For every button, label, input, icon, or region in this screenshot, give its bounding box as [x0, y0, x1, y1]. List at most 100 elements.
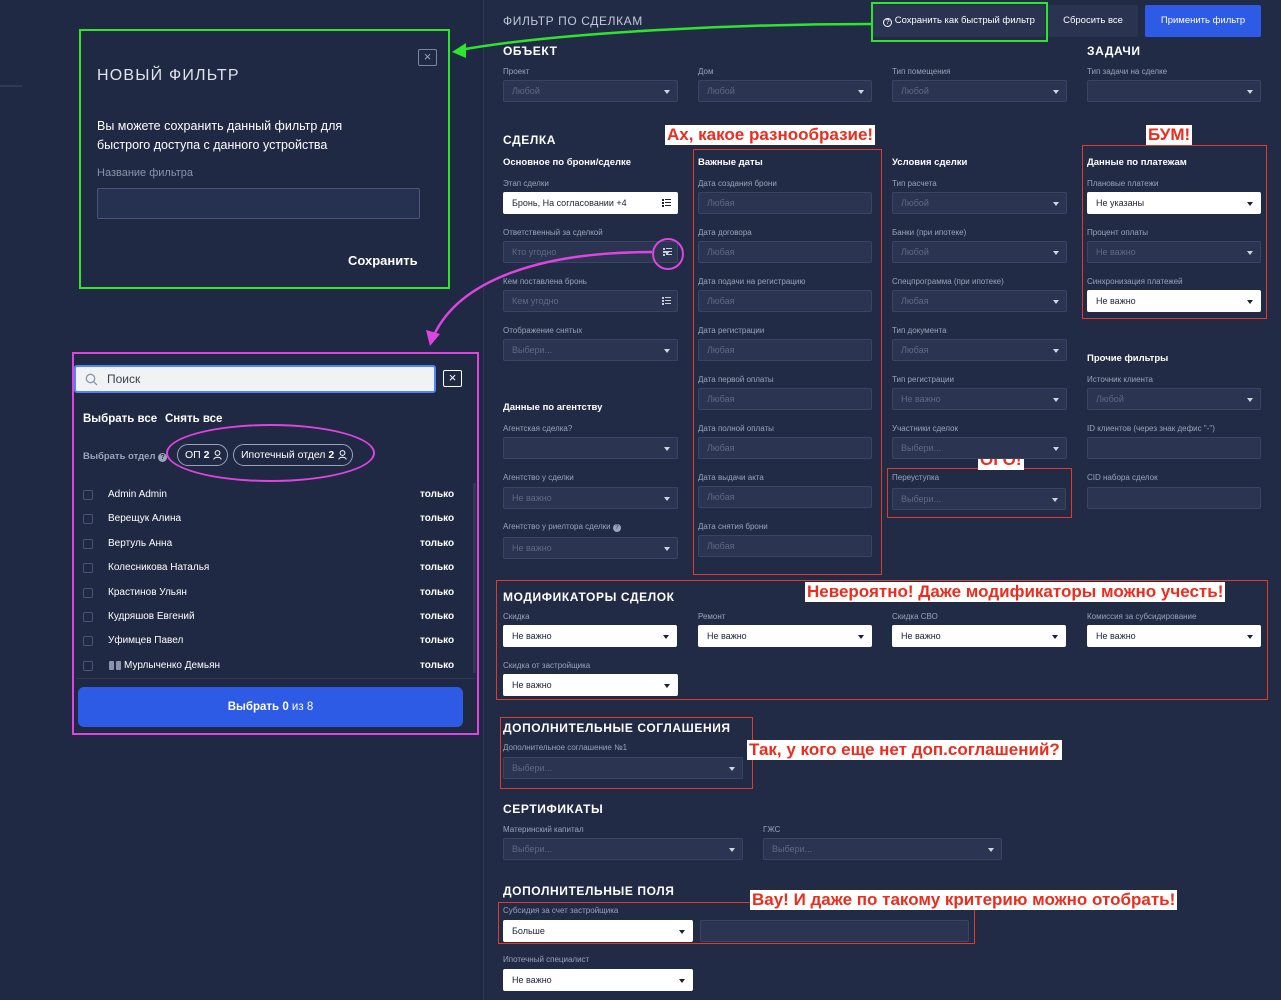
realtor-agency-text: Агентство у риелтора сделки: [503, 522, 611, 531]
other-filters-title: Прочие фильтры: [1087, 353, 1169, 364]
only-link[interactable]: только: [420, 611, 454, 622]
only-link[interactable]: только: [420, 635, 454, 646]
date-label: Дата создания брони: [698, 179, 777, 188]
mortgage-specialist-select[interactable]: Не важно: [503, 969, 693, 991]
magenta-arrow: [426, 250, 653, 346]
apply-filter-button[interactable]: Применить фильтр: [1145, 5, 1261, 37]
user-checkbox[interactable]: [83, 636, 93, 647]
project-select[interactable]: Любой: [503, 80, 678, 102]
payment-select[interactable]: Не важно: [1087, 290, 1261, 312]
help-circle-icon: ?: [612, 524, 621, 532]
section-deal-title: СДЕЛКА: [503, 133, 557, 147]
agency-title: Данные по агентству: [503, 402, 603, 413]
condition-select[interactable]: Любой: [892, 241, 1067, 263]
user-name: Крастинов Ульян: [108, 586, 187, 598]
green-arrow: [452, 22, 873, 58]
main-booking-title: Основное по брони/сделке: [503, 157, 632, 168]
modal-description: Вы можете сохранить данный фильтр для бы…: [97, 119, 343, 152]
section-certificates-title: СЕРТИФИКАТЫ: [503, 802, 604, 816]
annotation-modifiers: Невероятно! Даже модификаторы можно учес…: [805, 582, 1226, 602]
select-all-link[interactable]: Выбрать все: [83, 413, 157, 425]
modifier-select[interactable]: Не важно: [892, 625, 1066, 647]
only-link[interactable]: только: [420, 538, 454, 549]
modifier-label: Скидка: [503, 612, 530, 621]
condition-select[interactable]: Любой: [892, 192, 1067, 214]
date-label: Дата выдачи акта: [698, 473, 764, 482]
picker-close-button[interactable]: ×: [443, 370, 462, 387]
deal-stage-select[interactable]: Бронь, На согласовании +4: [503, 192, 678, 214]
date-input[interactable]: Любая: [698, 388, 872, 410]
choose-button[interactable]: Выбрать 0 из 8: [78, 687, 463, 727]
only-link[interactable]: только: [420, 562, 454, 573]
deal-stage-value: Бронь, На согласовании +4: [512, 198, 627, 208]
modifier-select[interactable]: Не важно: [698, 625, 872, 647]
user-checkbox[interactable]: [83, 490, 93, 500]
user-name: Вертуль Анна: [108, 537, 173, 549]
only-link[interactable]: только: [420, 513, 454, 524]
user-name: Верещук Алина: [108, 513, 182, 525]
date-input[interactable]: Любая: [698, 192, 872, 214]
maternity-capital-select[interactable]: Выбери...: [503, 838, 743, 860]
user-checkbox[interactable]: [83, 612, 93, 622]
client-source-select[interactable]: Любой: [1087, 388, 1261, 410]
condition-select[interactable]: Выбери...: [892, 437, 1067, 459]
modifier-label: Скидка от застройщика: [503, 661, 591, 670]
reset-all-button[interactable]: Сбросить все: [1048, 5, 1138, 37]
user-checkbox[interactable]: [83, 538, 93, 549]
modal-save-button[interactable]: Сохранить: [348, 253, 418, 268]
modal-close-button[interactable]: ×: [418, 49, 437, 66]
filter-name-input[interactable]: [97, 188, 420, 219]
gzhs-select[interactable]: Выбери...: [763, 838, 1002, 860]
list-icon: [662, 297, 671, 305]
user-checkbox[interactable]: [83, 660, 93, 671]
date-input[interactable]: Любая: [698, 486, 872, 508]
user-checkbox[interactable]: [83, 587, 93, 598]
client-ids-input[interactable]: [1087, 437, 1261, 459]
deal-stage-label: Этап сделки: [503, 179, 549, 188]
payment-select[interactable]: Не важно: [1087, 241, 1261, 263]
date-label: Дата регистрации: [698, 326, 765, 335]
picker-search-input[interactable]: Поиск: [74, 365, 436, 393]
save-quick-highlight: [871, 2, 1048, 42]
modifier-select[interactable]: Не важно: [1087, 625, 1261, 647]
user-checkbox[interactable]: [83, 563, 93, 574]
date-label: Дата снятия брони: [698, 522, 768, 531]
only-link[interactable]: только: [420, 489, 454, 500]
gzhs-label: ГЖС: [763, 825, 781, 834]
date-label: Дата первой оплаты: [698, 375, 774, 384]
cid-input[interactable]: [1087, 487, 1261, 509]
user-name: Кудряшов Евгений: [108, 611, 195, 622]
realtor-agency-select[interactable]: Не важно: [503, 537, 678, 559]
task-type-select[interactable]: [1087, 80, 1261, 102]
modifier-select[interactable]: Не важно: [503, 674, 678, 696]
annotation-agreements: Так, у кого еще нет доп.соглашений?: [747, 740, 1062, 760]
date-input[interactable]: Любая: [698, 290, 872, 312]
modal-title: НОВЫЙ ФИЛЬТР: [97, 67, 240, 84]
maternity-capital-label: Материнский капитал: [503, 825, 584, 834]
date-input[interactable]: Любая: [698, 241, 872, 263]
agency-deal-select[interactable]: [503, 437, 678, 459]
only-link[interactable]: только: [420, 587, 454, 598]
user-name: Мурлыченко Демьян: [124, 659, 221, 671]
payment-select[interactable]: Не указаны: [1087, 192, 1261, 214]
date-input[interactable]: Любая: [698, 535, 872, 557]
agency-at-deal-select[interactable]: Не важно: [503, 487, 678, 509]
condition-select[interactable]: Не важно: [892, 388, 1067, 410]
only-link[interactable]: только: [420, 660, 454, 671]
condition-select[interactable]: Любая: [892, 339, 1067, 361]
date-input[interactable]: Любая: [698, 437, 872, 459]
house-select[interactable]: Любой: [698, 80, 872, 102]
condition-label: Участники сделок: [892, 424, 958, 433]
user-checkbox[interactable]: [83, 514, 93, 525]
modifier-select[interactable]: Не важно: [503, 625, 677, 647]
modifier-label: Ремонт: [698, 612, 726, 621]
date-input[interactable]: Любая: [698, 339, 872, 361]
condition-select[interactable]: Любая: [892, 290, 1067, 312]
date-label: Дата полной оплаты: [698, 424, 774, 433]
deselect-all-link[interactable]: Снять все: [165, 413, 222, 425]
condition-label: Тип документа: [892, 326, 947, 335]
room-type-select[interactable]: Любой: [892, 80, 1067, 102]
payment-label: Плановые платежи: [1087, 179, 1159, 188]
user-list-scrollbar[interactable]: [473, 483, 476, 673]
condition-label: Спецпрограмма (при ипотеке): [892, 277, 1004, 286]
